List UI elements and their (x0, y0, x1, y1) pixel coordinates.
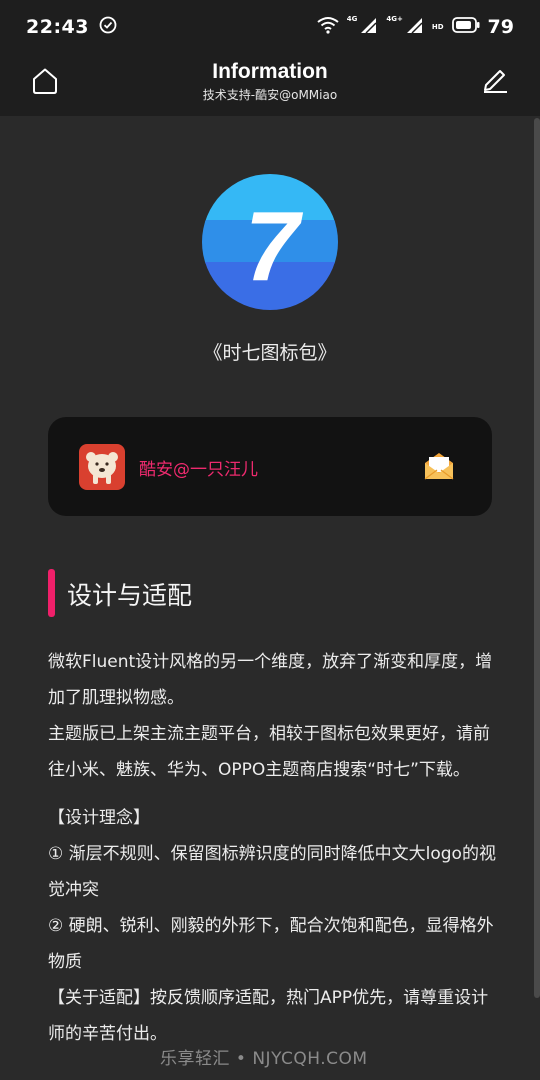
icon-pack-title: 《时七图标包》 (203, 342, 337, 364)
logo-glyph: 7 (245, 191, 304, 301)
network-4g: 4G (347, 16, 379, 38)
page-subtitle: 技术支持-酷安@oMMiao (202, 88, 338, 102)
avatar (79, 444, 125, 490)
battery-icon (451, 17, 480, 37)
page-title: Information (212, 60, 328, 83)
wifi-icon (317, 16, 339, 38)
status-time: 22:43 (26, 16, 89, 38)
watermark: 乐享轻汇 • NJYCQH.COM (160, 1049, 368, 1069)
paragraph: 【设计理念】 (48, 808, 150, 828)
paragraph: 主题版已上架主流主题平台，相较于图标包效果更好，请前往小米、魅族、华为、OPPO… (48, 724, 490, 780)
status-right: 4G 4G+ HD 79 (317, 16, 514, 38)
battery-level: 79 (487, 16, 514, 38)
scrollbar[interactable] (534, 118, 540, 998)
network-4g-plus-label: 4G+ (386, 15, 403, 23)
paragraph: 微软Fluent设计风格的另一个维度，放弃了渐变和厚度，增加了肌理拟物感。 (48, 652, 493, 708)
edit-icon[interactable] (480, 64, 510, 94)
network-4g-plus: 4G+ (386, 16, 423, 38)
section-accent-bar (48, 569, 55, 617)
description-text: 微软Fluent设计风格的另一个维度，放弃了渐变和厚度，增加了肌理拟物感。 主题… (48, 644, 498, 1052)
status-bar: 22:43 4G 4G+ HD 79 (0, 0, 540, 54)
icon-pack-logo: 7 (202, 174, 338, 310)
check-circle-icon (99, 16, 117, 38)
author-card[interactable]: 酷安@一只汪儿 (48, 417, 492, 516)
signal-icon (358, 16, 378, 38)
network-4g-label: 4G (346, 15, 358, 23)
mail-icon[interactable] (423, 450, 455, 482)
hd-label: HD (431, 22, 444, 31)
author-name: 酷安@一只汪儿 (139, 460, 258, 480)
signal-icon (404, 16, 424, 38)
content-area: 7 《时七图标包》 酷安@一只汪儿 设计与适配 微软Fluent设计风格的另一个… (0, 116, 540, 1080)
paragraph: ② 硬朗、锐利、刚毅的外形下，配合次饱和配色，显得格外物质 (48, 916, 494, 972)
paragraph: 【关于适配】按反馈顺序适配，热门APP优先，请尊重设计师的辛苦付出。 (48, 988, 489, 1044)
app-bar: Information 技术支持-酷安@oMMiao (0, 54, 540, 116)
section-title: 设计与适配 (67, 581, 193, 610)
status-left: 22:43 (26, 16, 117, 38)
paragraph: ① 渐层不规则、保留图标辨识度的同时降低中文大logo的视觉冲突 (48, 844, 496, 900)
